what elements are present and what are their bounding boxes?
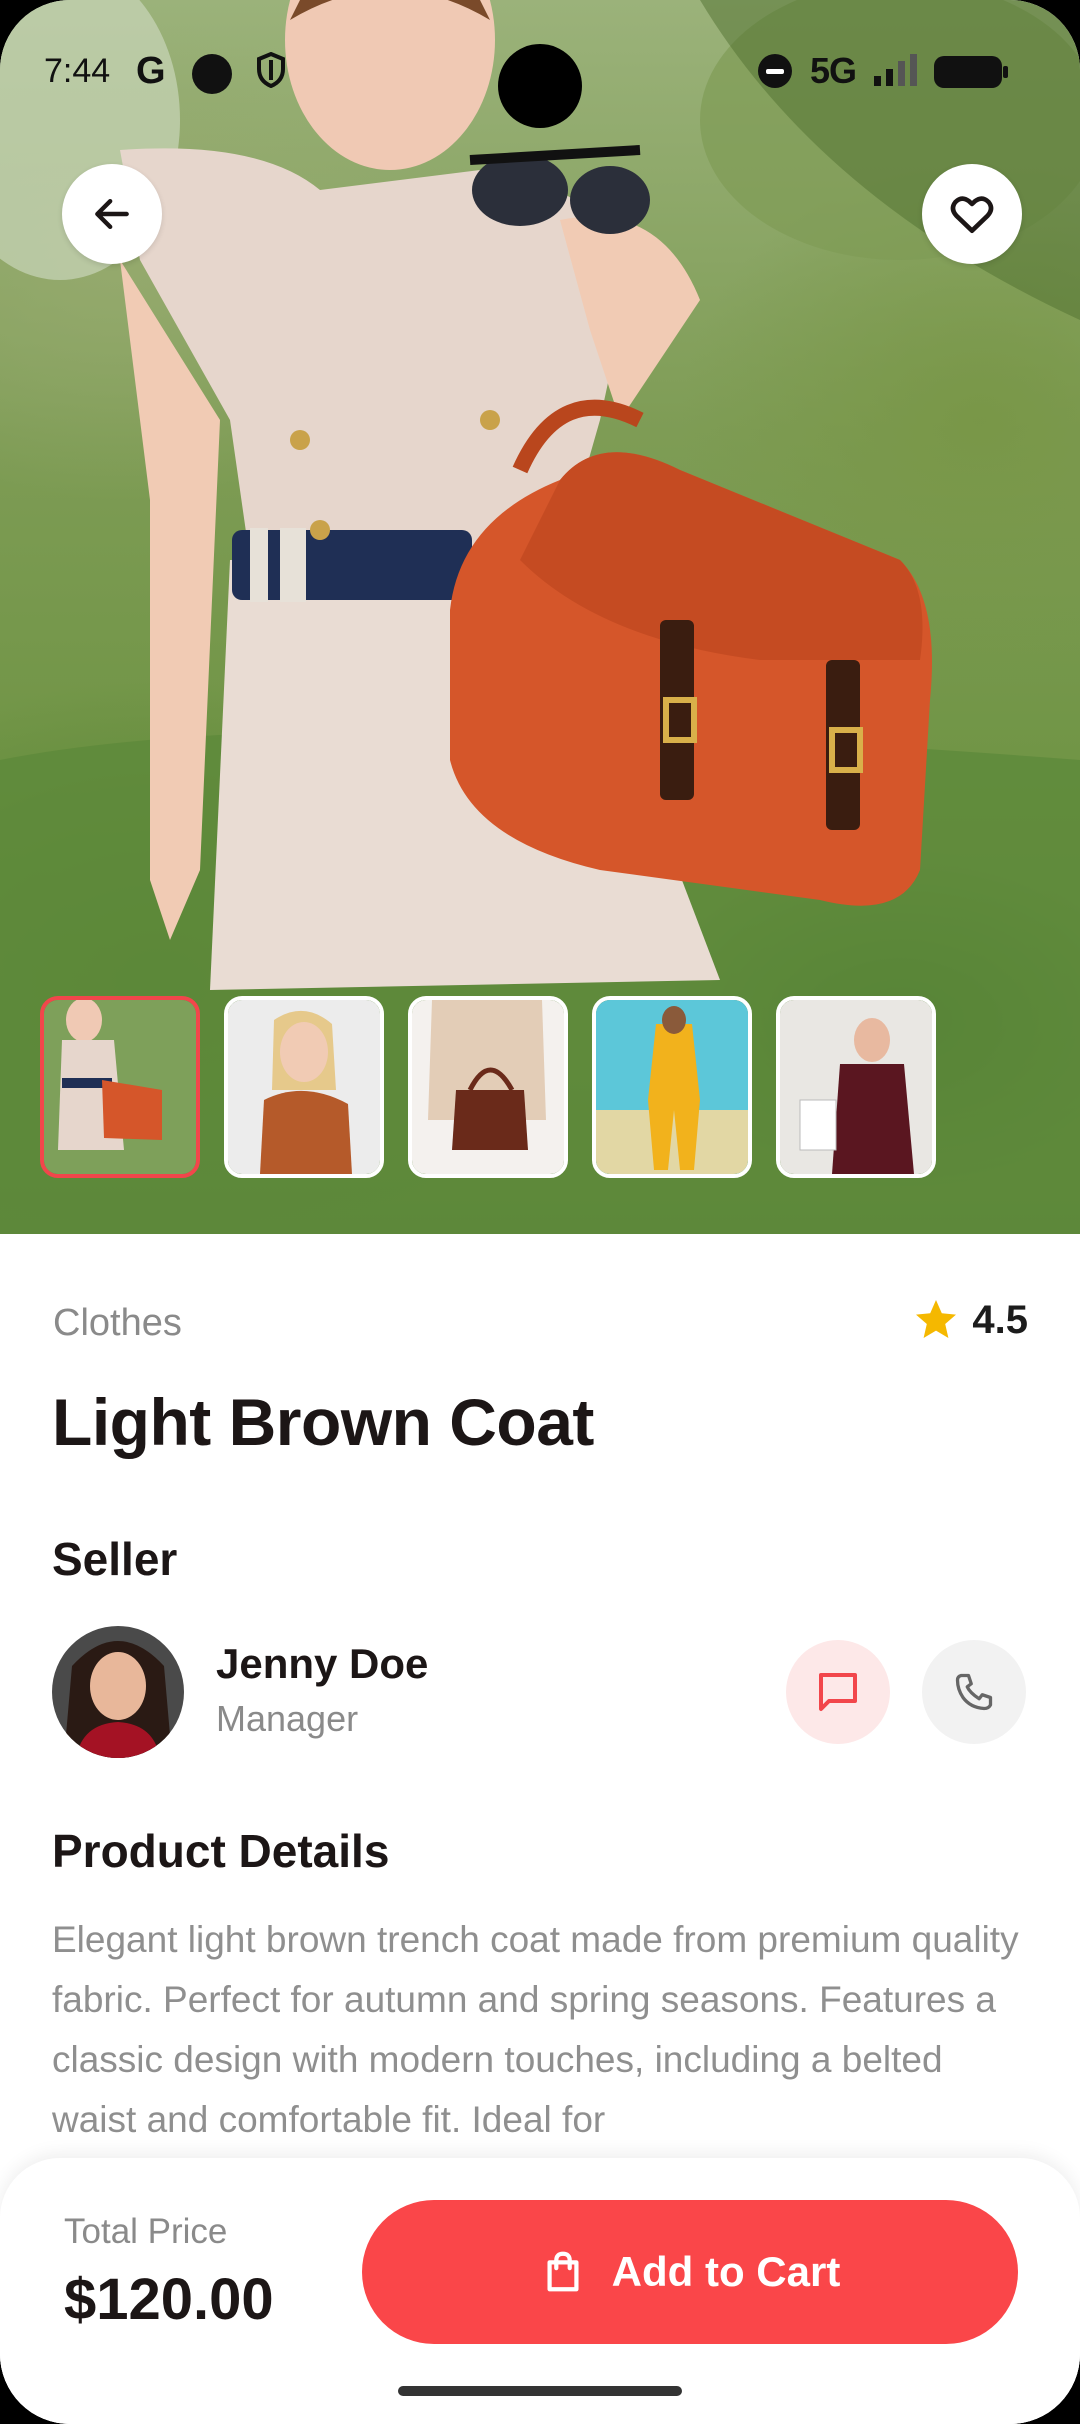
back-arrow-icon xyxy=(95,198,129,230)
seller-role: Manager xyxy=(216,1698,359,1739)
dnd-icon xyxy=(758,54,792,88)
product-details-text: Elegant light brown trench coat made fro… xyxy=(52,1919,1019,2140)
battery-icon xyxy=(934,56,1008,88)
thumbnail-3[interactable] xyxy=(408,996,568,1178)
phone-icon xyxy=(955,1673,993,1711)
product-rating: 4.5 xyxy=(912,1296,1028,1344)
favorite-button[interactable] xyxy=(922,164,1022,264)
chat-button[interactable] xyxy=(786,1640,890,1744)
total-price-label: Total Price xyxy=(64,2212,228,2251)
rating-value: 4.5 xyxy=(972,1297,1028,1342)
thumbnail-2[interactable] xyxy=(224,996,384,1178)
network-label: 5G xyxy=(810,50,857,91)
thumbnail-strip xyxy=(40,996,936,1180)
seller-name: Jenny Doe xyxy=(216,1640,429,1687)
shopping-bag-icon xyxy=(547,2251,579,2292)
back-button[interactable] xyxy=(62,164,162,264)
status-time: 7:44 xyxy=(44,52,111,90)
shield-icon xyxy=(257,52,285,88)
product-details-heading: Product Details xyxy=(52,1825,390,1877)
add-to-cart-label: Add to Cart xyxy=(611,2248,841,2295)
product-title: Light Brown Coat xyxy=(52,1385,594,1459)
home-indicator[interactable] xyxy=(398,2386,682,2396)
checkout-bar: Total Price $120.00 Add to Cart xyxy=(0,2158,1080,2424)
product-hero-image: 7:44 G 5G xyxy=(0,0,1080,1234)
product-category: Clothes xyxy=(53,1302,182,1344)
call-button[interactable] xyxy=(922,1640,1026,1744)
signal-icon xyxy=(874,54,917,86)
thumbnail-5[interactable] xyxy=(776,996,936,1178)
google-icon: G xyxy=(136,50,166,92)
total-price-value: $120.00 xyxy=(64,2267,274,2332)
seller-avatar[interactable] xyxy=(52,1626,184,1758)
camera-cutout xyxy=(498,44,582,128)
star-icon xyxy=(916,1300,957,1338)
phone-screen: 7:44 G 5G Clothes 4.5 Light Brown Coat S… xyxy=(0,0,1080,2424)
message-icon xyxy=(819,1673,857,1711)
thumbnail-4[interactable] xyxy=(592,996,752,1178)
seller-heading: Seller xyxy=(52,1533,178,1585)
dot-icon xyxy=(192,54,232,94)
heart-icon xyxy=(950,196,994,233)
thumbnail-1[interactable] xyxy=(40,996,200,1178)
add-to-cart-button[interactable]: Add to Cart xyxy=(362,2200,1018,2344)
